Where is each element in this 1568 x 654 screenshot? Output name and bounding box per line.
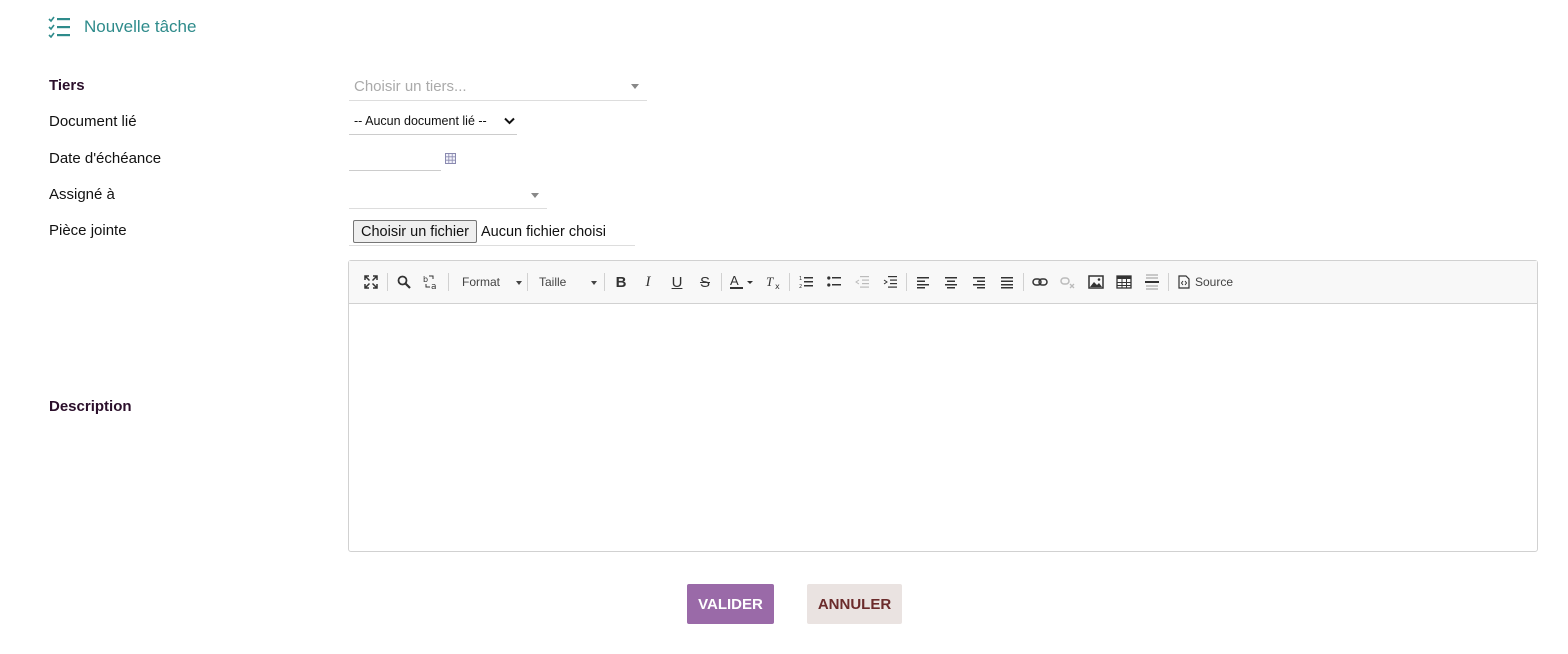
editor-toolbar: ba Format Taille B I U S A Tx 12 Source: [349, 261, 1537, 304]
choose-file-button[interactable]: Choisir un fichier: [353, 220, 477, 243]
document-select-value: -- Aucun document lié --: [354, 114, 487, 128]
text-color-icon[interactable]: A: [729, 272, 755, 292]
chevron-down-icon: [504, 117, 515, 125]
svg-text:x: x: [775, 282, 780, 290]
source-label: Source: [1195, 275, 1234, 289]
align-right-icon[interactable]: [970, 272, 988, 292]
maximize-icon[interactable]: [362, 272, 380, 292]
image-icon[interactable]: [1087, 272, 1105, 292]
table-icon[interactable]: [1115, 272, 1133, 292]
document-select[interactable]: -- Aucun document lié --: [349, 110, 517, 135]
task-list-icon: [48, 16, 70, 38]
bulleted-list-icon[interactable]: [825, 272, 843, 292]
source-icon: [1178, 275, 1190, 289]
svg-text:T: T: [766, 274, 774, 289]
assigned-select[interactable]: [349, 182, 547, 209]
replace-icon[interactable]: ba: [422, 272, 440, 292]
source-button[interactable]: Source: [1178, 272, 1238, 292]
chevron-down-icon: [591, 281, 597, 285]
outdent-icon[interactable]: [853, 272, 871, 292]
find-icon[interactable]: [395, 272, 413, 292]
justify-icon[interactable]: [998, 272, 1016, 292]
svg-text:1: 1: [799, 276, 802, 282]
tiers-label: Tiers: [49, 77, 85, 94]
due-date-label: Date d'échéance: [49, 150, 162, 167]
svg-text:A: A: [730, 273, 739, 288]
assigned-label: Assigné à: [49, 186, 115, 203]
format-combo[interactable]: Format: [462, 272, 522, 292]
size-combo-label: Taille: [539, 275, 567, 289]
calendar-icon[interactable]: [445, 153, 456, 164]
chevron-down-icon: [516, 281, 522, 285]
page-header: Nouvelle tâche: [48, 14, 196, 40]
horizontal-rule-icon[interactable]: [1143, 272, 1161, 292]
editor-content-area[interactable]: [349, 304, 1537, 552]
chevron-down-icon: [631, 84, 639, 89]
align-center-icon[interactable]: [942, 272, 960, 292]
validate-button[interactable]: VALIDER: [687, 584, 774, 624]
svg-text:b: b: [423, 275, 428, 284]
link-icon[interactable]: [1031, 272, 1049, 292]
description-editor: ba Format Taille B I U S A Tx 12 Source: [348, 260, 1538, 552]
size-combo[interactable]: Taille: [539, 272, 597, 292]
attachment-input: Choisir un fichier Aucun fichier choisi: [349, 218, 635, 246]
svg-text:2: 2: [799, 284, 802, 289]
format-combo-label: Format: [462, 275, 501, 289]
underline-icon[interactable]: U: [668, 272, 686, 292]
unlink-icon[interactable]: [1059, 272, 1077, 292]
svg-text:a: a: [431, 282, 437, 290]
chevron-down-icon: [531, 193, 539, 198]
tiers-select[interactable]: Choisir un tiers...: [349, 74, 647, 101]
align-left-icon[interactable]: [914, 272, 932, 292]
attachment-label: Pièce jointe: [49, 222, 127, 239]
tiers-placeholder: Choisir un tiers...: [354, 78, 467, 95]
cancel-button[interactable]: ANNULER: [807, 584, 902, 624]
strike-icon[interactable]: S: [696, 272, 714, 292]
due-date-input[interactable]: [349, 148, 441, 171]
page-title: Nouvelle tâche: [84, 17, 197, 36]
remove-format-icon[interactable]: Tx: [764, 272, 782, 292]
file-status: Aucun fichier choisi: [481, 223, 606, 240]
bold-icon[interactable]: B: [612, 272, 630, 292]
description-label: Description: [49, 398, 132, 415]
document-label: Document lié: [49, 113, 137, 130]
numbered-list-icon[interactable]: 12: [797, 272, 815, 292]
italic-icon[interactable]: I: [639, 272, 657, 292]
indent-icon[interactable]: [881, 272, 899, 292]
